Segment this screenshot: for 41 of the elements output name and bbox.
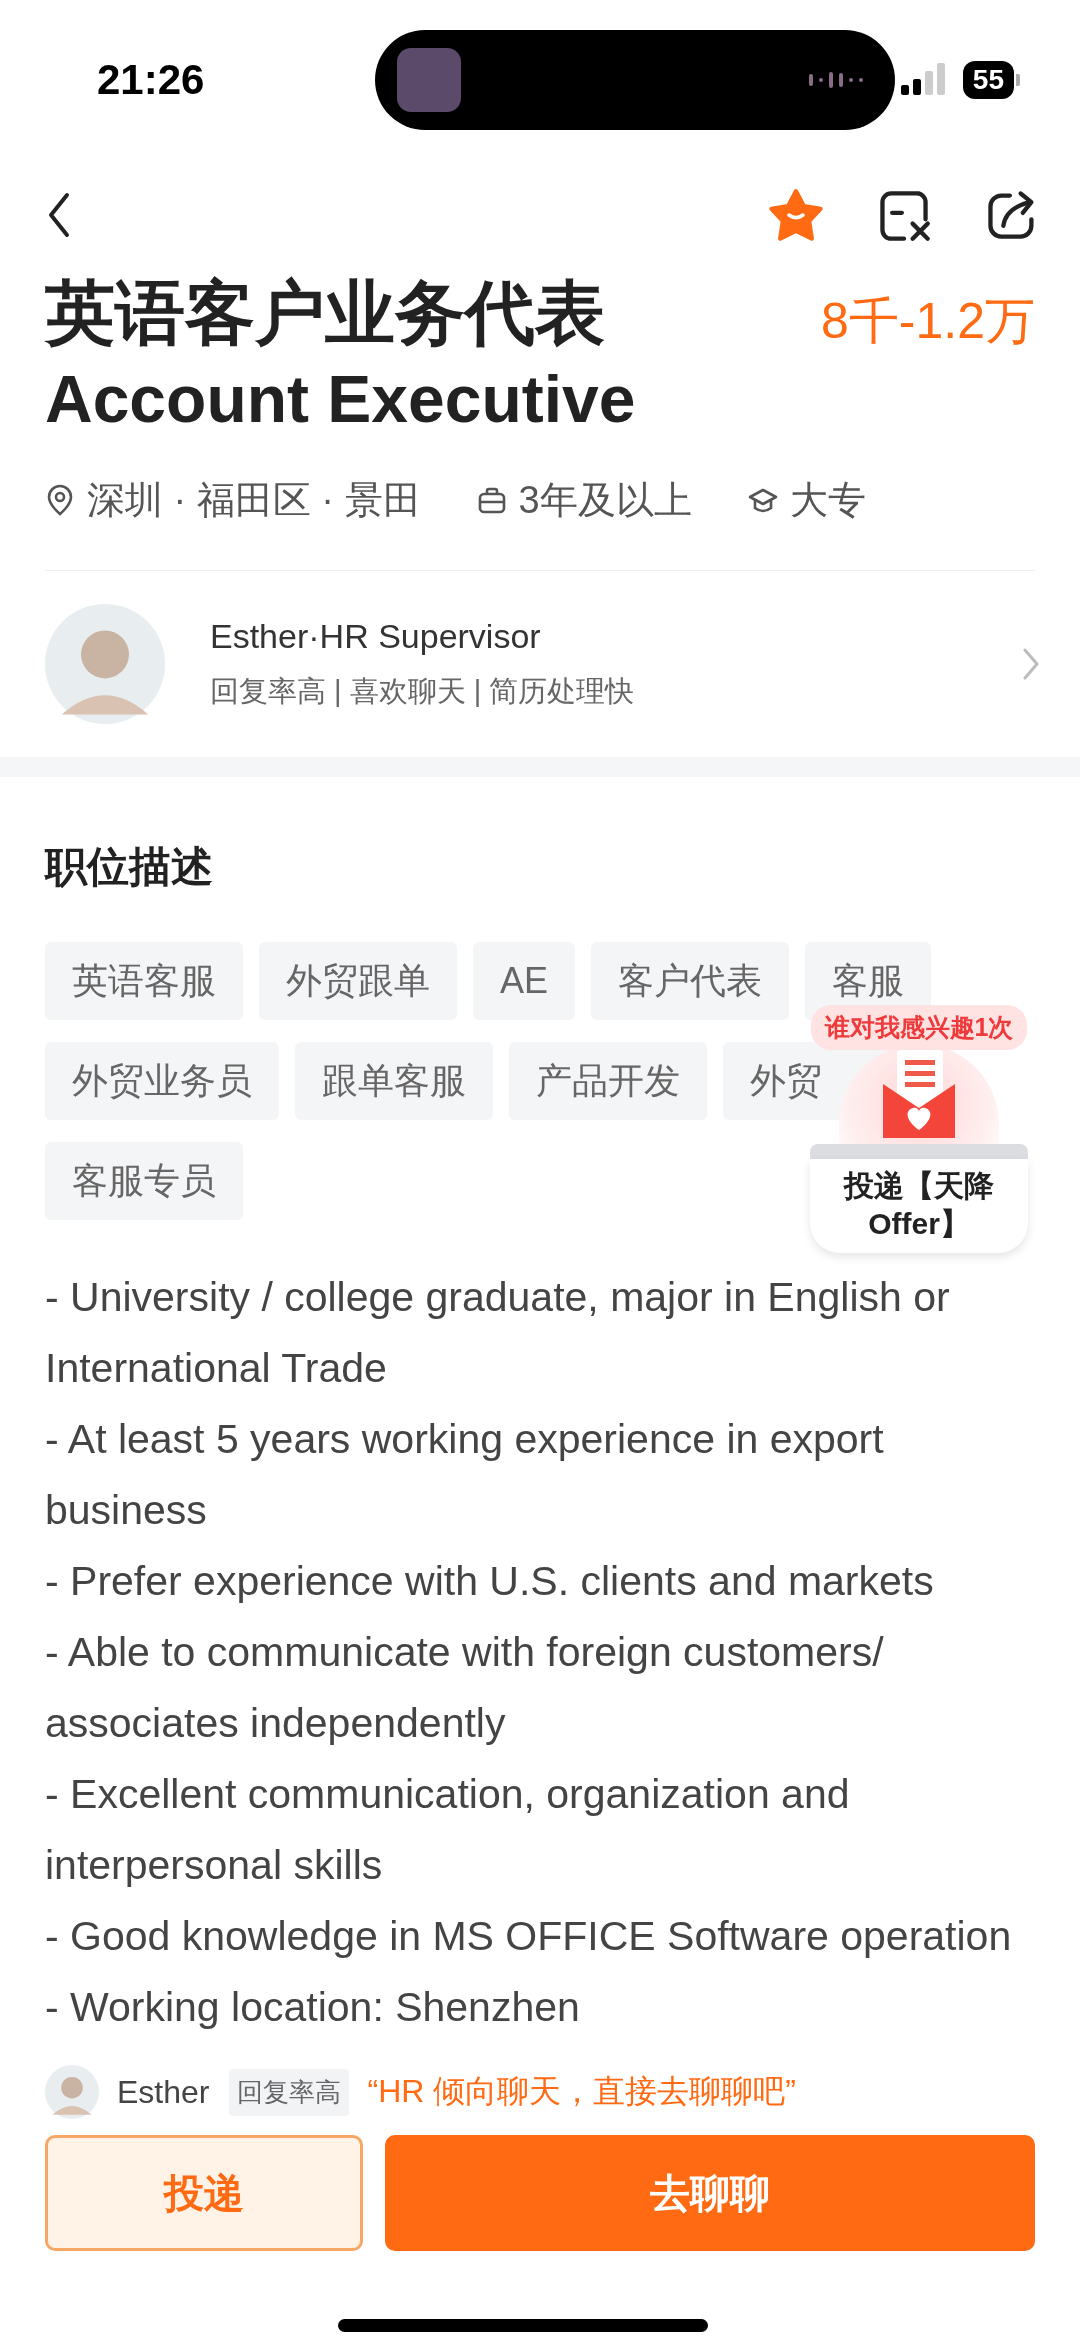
reply-rate-badge: 回复率高 [229, 2068, 350, 2116]
skill-tag: 客服专员 [45, 1142, 243, 1220]
skill-tag: 外贸跟单 [259, 942, 457, 1020]
job-location: 深圳 · 福田区 · 景田 [87, 477, 421, 523]
chat-hint: “HR 倾向聊天，直接去聊聊吧” [367, 2072, 796, 2111]
description-line: - Good knowledge in MS OFFICE Software operation [45, 1912, 1013, 1961]
interest-badge[interactable]: 谁对我感兴趣1次 [810, 1005, 1028, 1050]
skill-tag: 外贸业务员 [45, 1042, 279, 1120]
job-education: 大专 [789, 477, 866, 523]
skill-tag: 跟单客服 [295, 1042, 493, 1120]
apply-button[interactable]: 投递 [45, 2135, 363, 2251]
description-line: - Able to communicate with foreign customers/ associates independently [45, 1628, 885, 1748]
location-pin-icon [45, 483, 75, 517]
promo-card[interactable]: 投递【天降Offer】 [810, 1159, 1028, 1253]
battery-level: 55 [962, 61, 1014, 99]
avatar-icon [45, 604, 165, 724]
recruiter-traits: 回复率高 | 喜欢聊天 | 简历处理快 [210, 673, 636, 709]
description-line: - Excellent communication, organization and interpersonal skills [45, 1770, 851, 1890]
job-experience: 3年及以上 [518, 477, 692, 523]
salary-range: 8千-1.2万 [821, 292, 1035, 351]
description-line: - Working location: Shenzhen [45, 1983, 581, 2032]
skill-tag: AE [473, 942, 576, 1020]
skill-tag: 产品开发 [509, 1042, 707, 1120]
avatar-icon [45, 2065, 99, 2119]
description-line: - Prefer experience with U.S. clients and markets [45, 1557, 935, 1606]
chat-button[interactable]: 去聊聊 [385, 2135, 1035, 2251]
signal-icon [900, 63, 947, 97]
skill-tag: 英语客服 [45, 942, 243, 1020]
album-art-placeholder [397, 48, 461, 112]
job-title-english: Account Executive [45, 361, 636, 438]
recruiter-name: Esther·HR Supervisor [210, 616, 542, 656]
description-line: - University / college graduate, major in English or International Trade [45, 1273, 951, 1393]
recruiter-name: Esther [117, 2073, 210, 2111]
battery-tip [1016, 74, 1020, 86]
skill-tag: 客户代表 [591, 942, 790, 1020]
status-time: 21:26 [97, 56, 206, 104]
briefcase-icon [476, 485, 507, 515]
star-icon[interactable] [768, 187, 824, 243]
section-heading: 职位描述 [45, 842, 214, 892]
description-line: - At least 5 years working experience in export business [45, 1415, 885, 1535]
job-title: 英语客户业务代表 [45, 273, 606, 354]
